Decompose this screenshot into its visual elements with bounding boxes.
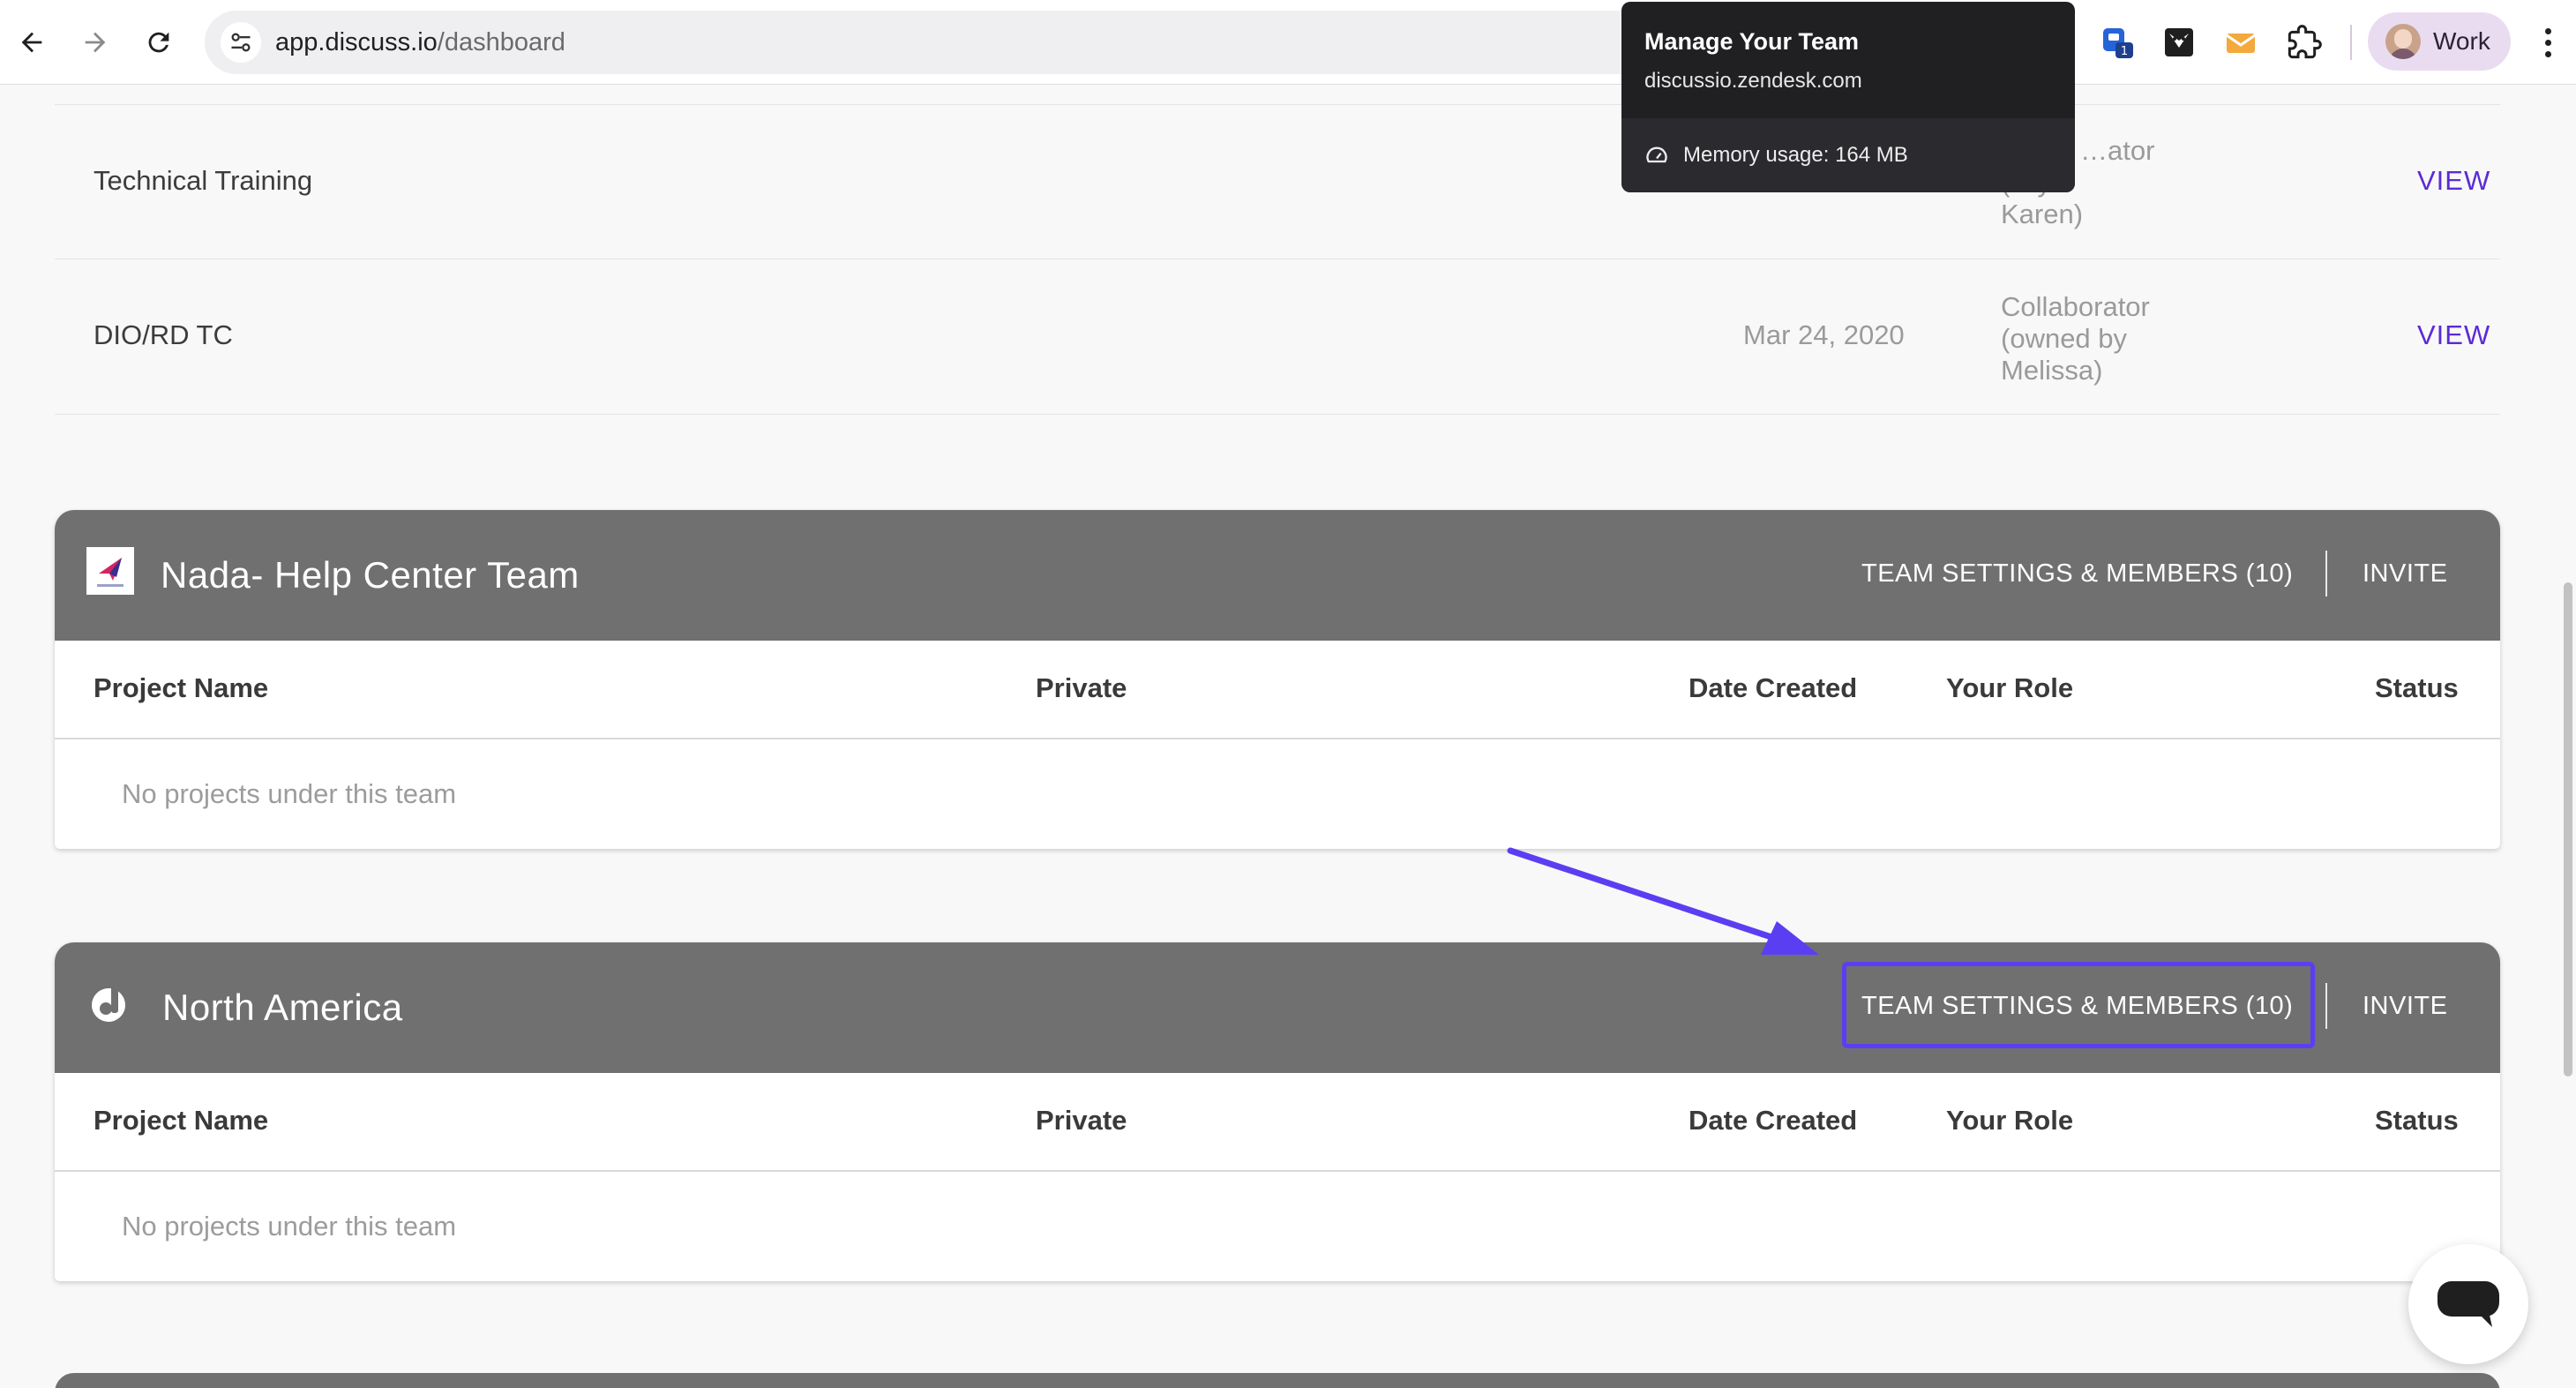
- address-bar[interactable]: app.discuss.io/dashboard: [205, 11, 1651, 74]
- memory-usage-text: Memory usage: 164 MB: [1683, 143, 1908, 167]
- profile-button[interactable]: Work: [2368, 12, 2511, 71]
- back-button[interactable]: [7, 18, 56, 67]
- team-logo-icon: [86, 547, 134, 595]
- team-settings-button[interactable]: TEAM SETTINGS & MEMBERS (10): [1861, 559, 2293, 589]
- team-card: Nada- Help Center Team TEAM SETTINGS & M…: [55, 510, 2500, 849]
- column-your-role[interactable]: Your Role: [1946, 672, 2073, 704]
- arrow-right-icon: [85, 32, 106, 53]
- project-name[interactable]: DIO/RD TC: [94, 319, 233, 351]
- column-status[interactable]: Status: [2375, 672, 2459, 704]
- team-header: Nada- Help Center Team TEAM SETTINGS & M…: [55, 510, 2500, 641]
- url-host: app.discuss.io: [275, 27, 438, 56]
- extension-badge: 1: [2121, 45, 2128, 58]
- browser-menu-icon[interactable]: [2530, 21, 2565, 64]
- forward-button[interactable]: [71, 18, 120, 67]
- column-project-name[interactable]: Project Name: [94, 1105, 268, 1137]
- table-header: Project Name Private Date Created Your R…: [55, 1073, 2500, 1172]
- project-role: Collaborator (owned by Melissa): [2001, 291, 2150, 386]
- column-private[interactable]: Private: [1036, 672, 1127, 704]
- hover-card-memory: Memory usage: 164 MB: [1621, 118, 2075, 192]
- team-card-partial: [55, 1373, 2500, 1388]
- site-info-icon[interactable]: [221, 22, 261, 63]
- mail-extension-icon[interactable]: [2220, 21, 2262, 64]
- column-private[interactable]: Private: [1036, 1105, 1127, 1137]
- extension-team-icon[interactable]: 1: [2096, 21, 2138, 64]
- empty-state-text: No projects under this team: [122, 1211, 457, 1242]
- hover-card-title: Manage Your Team: [1644, 28, 1860, 55]
- reload-icon: [148, 32, 169, 53]
- invite-button[interactable]: INVITE: [2363, 559, 2447, 589]
- hover-card-domain: discussio.zendesk.com: [1644, 69, 1862, 93]
- fox-extension-icon[interactable]: [2158, 21, 2200, 64]
- column-project-name[interactable]: Project Name: [94, 672, 268, 704]
- empty-state: No projects under this team: [55, 739, 2500, 849]
- column-status[interactable]: Status: [2375, 1105, 2459, 1137]
- table-header: Project Name Private Date Created Your R…: [55, 641, 2500, 739]
- gauge-icon: [1646, 146, 1667, 163]
- profile-label: Work: [2433, 27, 2490, 55]
- table-row: DIO/RD TC Mar 24, 2020 Collaborator (own…: [55, 259, 2500, 415]
- view-link[interactable]: VIEW: [2417, 319, 2490, 351]
- discuss-logo-icon: [92, 987, 125, 1022]
- column-date-created[interactable]: Date Created: [1689, 672, 1857, 704]
- browser-toolbar: app.discuss.io/dashboard 1 Work: [0, 0, 2576, 85]
- reload-button[interactable]: [134, 18, 183, 67]
- arrow-left-icon: [21, 32, 42, 53]
- team-name: North America: [162, 987, 403, 1028]
- project-name[interactable]: Technical Training: [94, 165, 312, 197]
- scrollbar-thumb[interactable]: [2564, 582, 2572, 1077]
- empty-state-text: No projects under this team: [122, 778, 457, 809]
- chat-widget-button[interactable]: [2408, 1244, 2528, 1364]
- extensions-puzzle-icon[interactable]: [2283, 21, 2325, 64]
- view-link[interactable]: VIEW: [2417, 165, 2490, 197]
- column-your-role[interactable]: Your Role: [1946, 1105, 2073, 1137]
- column-date-created[interactable]: Date Created: [1689, 1105, 1857, 1137]
- annotation-highlight-box: [1842, 962, 2315, 1048]
- avatar: [2385, 24, 2421, 59]
- invite-button[interactable]: INVITE: [2363, 992, 2447, 1021]
- toolbar-divider: [2350, 25, 2352, 60]
- header-divider: [2325, 551, 2327, 596]
- tab-hover-card: Manage Your Team discussio.zendesk.com M…: [1621, 2, 2075, 192]
- team-name: Nada- Help Center Team: [161, 554, 580, 596]
- header-divider: [2325, 983, 2327, 1029]
- table-row: Technical Training …ator (…y Karen) VIEW: [55, 104, 2500, 259]
- url-path: /dashboard: [437, 27, 565, 56]
- project-date: Mar 24, 2020: [1743, 319, 1905, 350]
- chat-bubble-icon: [2437, 1281, 2499, 1327]
- empty-state: No projects under this team: [55, 1172, 2500, 1281]
